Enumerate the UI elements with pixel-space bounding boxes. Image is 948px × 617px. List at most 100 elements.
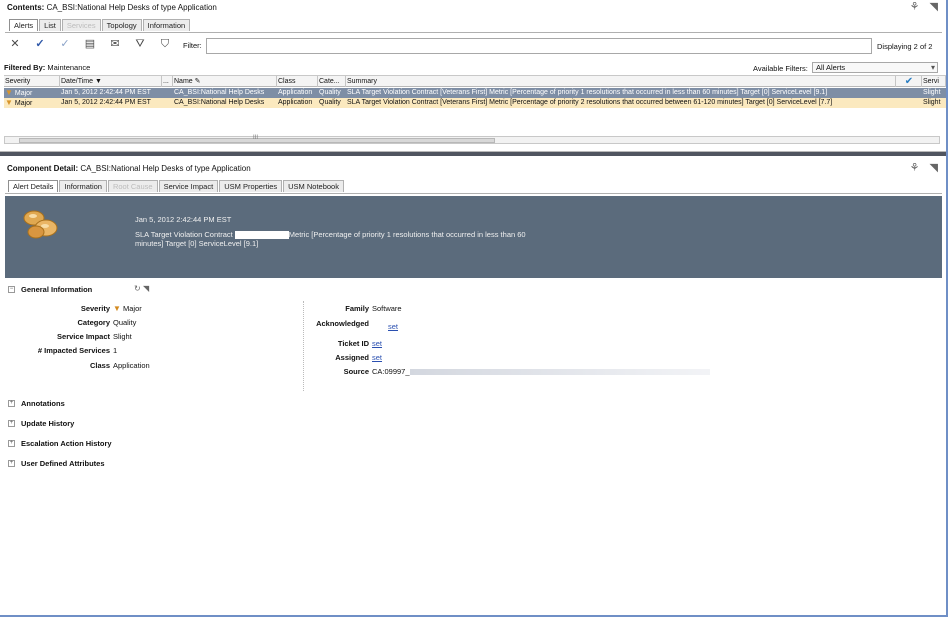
tab-information[interactable]: Information (142, 19, 191, 31)
alert-datetime: Jan 5, 2012 2:42:44 PM EST (135, 215, 232, 224)
component-detail-label: Component Detail: (7, 164, 79, 173)
filter-input[interactable] (206, 38, 872, 54)
contents-title-value: CA_BSI:National Help Desks of type Appli… (46, 3, 217, 12)
severity-field: Severity ▼ Major (0, 304, 142, 313)
impacted-services-value: 1 (113, 346, 118, 355)
page-icon[interactable]: ▤ (83, 38, 97, 50)
col-summary[interactable]: Summary (346, 76, 896, 87)
application-component-icon (23, 210, 58, 239)
share-icon[interactable]: ⚘ (910, 163, 920, 174)
tab-usm-properties[interactable]: USM Properties (219, 180, 283, 192)
ticket-id-field: Ticket ID set (300, 339, 382, 348)
panel-menu-icon[interactable]: ◥ (930, 163, 938, 174)
major-severity-icon: ▼ (5, 88, 13, 97)
expand-icon[interactable]: + (8, 440, 15, 447)
impacted-services-key: # Impacted Services (37, 346, 110, 355)
sort-down-icon: ▼ (94, 78, 102, 85)
alert-banner: Jan 5, 2012 2:42:44 PM EST SLA Target Vi… (5, 196, 942, 278)
collapse-icon[interactable]: − (8, 286, 15, 293)
user-defined-attributes-section[interactable]: + User Defined Attributes (8, 459, 105, 468)
table-row[interactable]: ▼ Major Jan 5, 2012 2:42:44 PM EST CA_BS… (4, 98, 946, 108)
col-class[interactable]: Class (277, 76, 318, 87)
row-name: CA_BSI:National Help Desks (174, 99, 265, 106)
general-information-section[interactable]: − General Information (8, 285, 92, 294)
scrollbar-grip: III (253, 135, 259, 141)
class-field: Class Application (0, 361, 150, 370)
detail-tabs: Alert Details Information Root Cause Ser… (8, 180, 344, 192)
row-severity: ▼ Major (4, 88, 60, 98)
row-category: Quality (319, 99, 341, 106)
assigned-field: Assigned set (300, 353, 382, 362)
expand-icon[interactable]: + (8, 460, 15, 467)
available-filters-select[interactable]: All Alerts (812, 62, 938, 73)
row-summary: SLA Target Violation Contract [Veterans … (347, 89, 828, 96)
acknowledged-set[interactable]: set (388, 322, 398, 331)
alerts-toolbar: ✕ ✓ ✓ ▤ ✉ ⛛ ⛉ (8, 38, 172, 50)
check-outline-icon[interactable]: ✓ (58, 38, 72, 50)
tab-information[interactable]: Information (59, 180, 107, 192)
tab-usm-notebook[interactable]: USM Notebook (283, 180, 344, 192)
tab-alerts[interactable]: Alerts (9, 19, 39, 31)
acknowledged-field: Acknowledged (300, 319, 369, 328)
col-ack-check-icon[interactable]: ✔ (896, 76, 922, 87)
horizontal-scrollbar[interactable]: III (4, 135, 940, 144)
envelope-icon[interactable]: ✉ (108, 38, 122, 50)
escalation-history-section[interactable]: + Escalation Action History (8, 439, 112, 448)
contents-tabs: Alerts List Services Topology Informatio… (9, 19, 191, 31)
filter-edit-icon[interactable]: ⛉ (158, 38, 172, 50)
acknowledged-set-link[interactable]: set (388, 322, 398, 331)
table-row[interactable]: ▼ Major Jan 5, 2012 2:42:44 PM EST CA_BS… (4, 88, 946, 98)
col-category[interactable]: Cate... (318, 76, 346, 87)
ticket-id-set[interactable]: set (372, 339, 382, 348)
major-severity-icon: ▼ (113, 304, 121, 313)
filter-icon[interactable]: ⛛ (133, 38, 147, 50)
col-name[interactable]: Name ✎ (173, 76, 277, 87)
check-icon[interactable]: ✓ (33, 38, 47, 50)
assigned-key: Assigned (335, 353, 369, 362)
col-datetime-label: Date/Time (61, 78, 94, 85)
class-key: Class (89, 361, 110, 370)
user-defined-attributes-title: User Defined Attributes (21, 459, 105, 468)
severity-text: Major (14, 90, 33, 97)
ticket-id-key: Ticket ID (337, 339, 369, 348)
annotations-title: Annotations (21, 399, 65, 408)
tab-list[interactable]: List (39, 19, 61, 31)
annotations-section[interactable]: + Annotations (8, 399, 65, 408)
redacted-block (234, 231, 289, 240)
component-detail-title: Component Detail: CA_BSI:National Help D… (7, 164, 251, 173)
expand-icon[interactable]: + (8, 420, 15, 427)
col-more[interactable]: ... (162, 76, 173, 87)
expand-icon[interactable]: + (8, 400, 15, 407)
impacted-services-field: # Impacted Services 1 (0, 346, 117, 355)
alert-summary-start: SLA Target Violation Contract (135, 230, 233, 239)
row-name: CA_BSI:National Help Desks (174, 89, 265, 96)
contents-title: Contents: CA_BSI:National Help Desks of … (7, 3, 217, 12)
share-icon[interactable]: ⚘ (910, 2, 920, 13)
general-information-title: General Information (21, 285, 93, 294)
assigned-set[interactable]: set (372, 353, 382, 362)
refresh-icon[interactable]: ↻ (134, 284, 141, 293)
general-info-icons: ↻ ◥ (134, 284, 149, 293)
tab-topology[interactable]: Topology (101, 19, 142, 31)
displaying-count: Displaying 2 of 2 (877, 42, 933, 51)
source-value: CA:09997_ (372, 367, 410, 376)
tab-divider (5, 193, 942, 194)
contents-header-icons: ⚘ ◥ (910, 2, 938, 13)
panel-menu-icon[interactable]: ◥ (930, 2, 938, 13)
category-value: Quality (113, 318, 137, 327)
row-class: Application (278, 89, 313, 96)
service-impact-key: Service Impact (57, 332, 110, 341)
category-field: Category Quality (0, 318, 136, 327)
contents-title-label: Contents: (7, 3, 45, 12)
close-icon[interactable]: ✕ (8, 38, 22, 50)
edit-menu-icon[interactable]: ◥ (143, 284, 149, 293)
update-history-section[interactable]: + Update History (8, 419, 74, 428)
available-filters-label: Available Filters: (753, 64, 808, 73)
col-datetime[interactable]: Date/Time ▼ (60, 76, 162, 87)
tab-alert-details[interactable]: Alert Details (8, 180, 59, 192)
tab-service-impact[interactable]: Service Impact (158, 180, 219, 192)
col-severity[interactable]: Severity (4, 76, 60, 87)
severity-key: Severity (80, 304, 110, 313)
tab-root-cause: Root Cause (107, 180, 158, 192)
col-service[interactable]: Servi (922, 76, 946, 87)
